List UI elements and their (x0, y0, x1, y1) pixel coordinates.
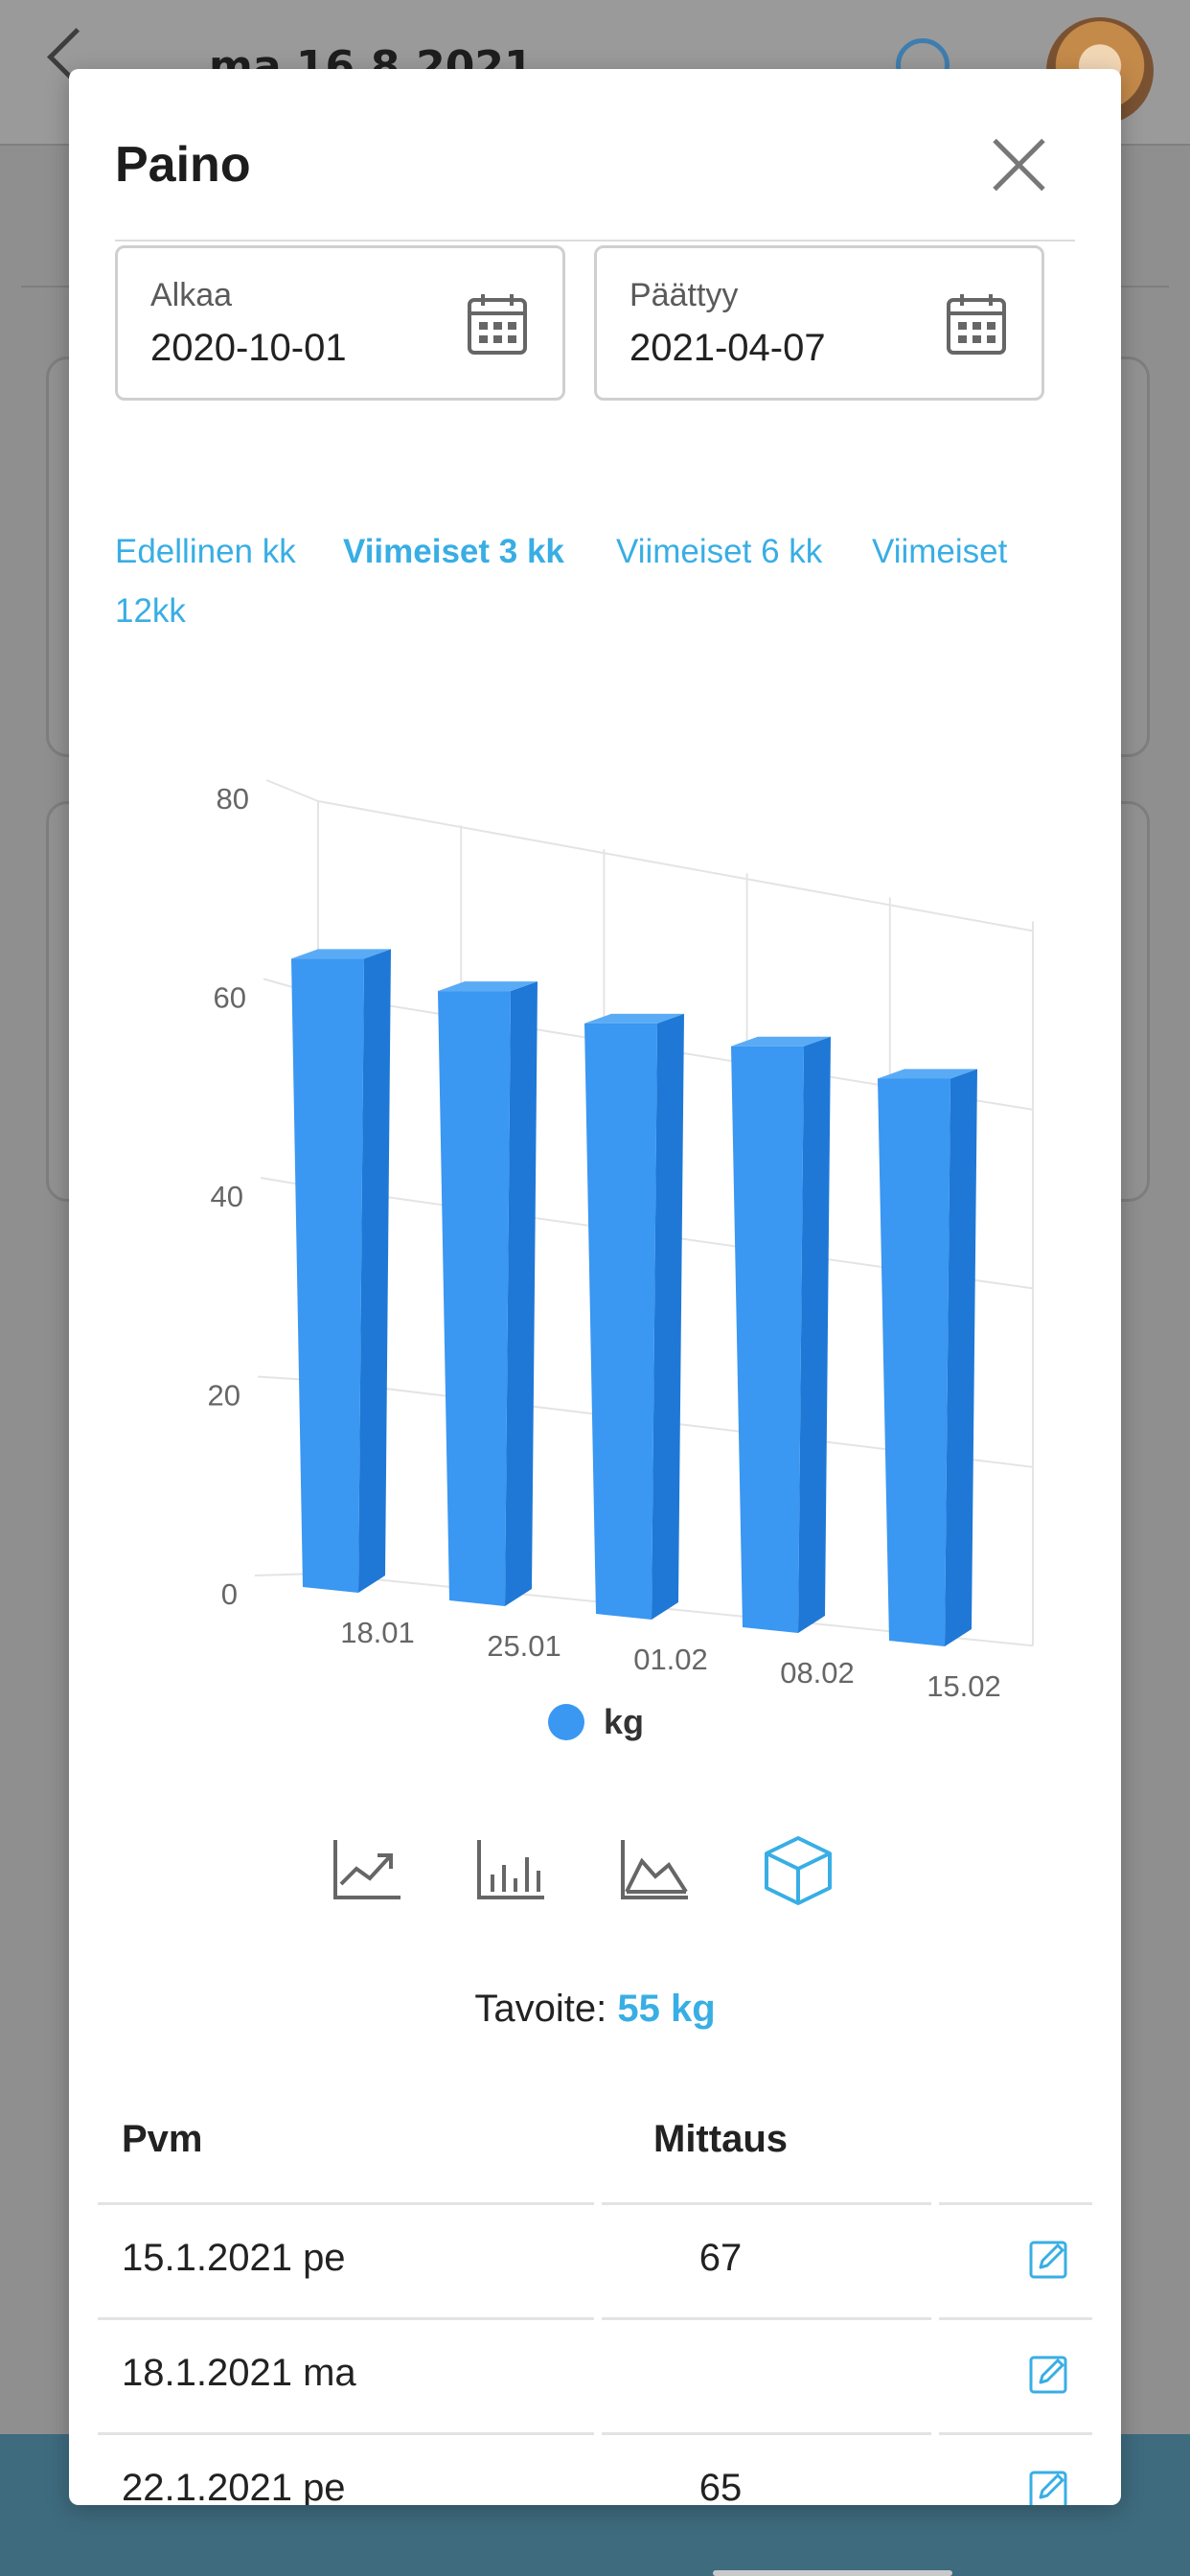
range-last-6-months[interactable]: Viimeiset 6 kk (616, 533, 822, 571)
modal-title: Paino (115, 137, 251, 193)
home-indicator (713, 2570, 952, 2576)
x-tick-label: 15.02 (927, 1669, 1001, 1703)
row-value: 67 (698, 2237, 743, 2279)
end-date-label: Päättyy (629, 277, 739, 313)
grid-line (317, 800, 1034, 932)
calendar-icon[interactable] (946, 292, 1007, 356)
y-tick-label: 80 (217, 782, 249, 816)
grid-line (265, 779, 319, 802)
y-tick-label: 0 (221, 1577, 238, 1611)
start-date-field[interactable]: Alkaa 2020-10-01 (115, 245, 565, 401)
range-last-12-months-cont[interactable]: 12kk (115, 592, 186, 631)
bar-chart-icon[interactable] (473, 1832, 548, 1907)
range-previous-month[interactable]: Edellinen kk (115, 533, 296, 571)
row-value: 65 (698, 2467, 743, 2505)
row-divider (602, 2202, 931, 2205)
x-tick-label: 25.01 (487, 1629, 561, 1663)
y-tick-label: 60 (214, 981, 246, 1015)
column-header-value: Mittaus (653, 2118, 788, 2160)
close-button[interactable] (989, 134, 1050, 196)
3d-cube-icon[interactable] (761, 1832, 835, 1907)
weight-modal: Paino Alkaa 2020-10-01 Päättyy 2021-04-0… (69, 69, 1121, 2505)
calendar-icon[interactable] (467, 292, 528, 356)
row-date: 18.1.2021 ma (122, 2352, 356, 2394)
x-tick-label: 08.02 (780, 1656, 855, 1690)
row-divider (98, 2202, 594, 2205)
row-divider (939, 2432, 1092, 2435)
row-divider (939, 2202, 1092, 2205)
line-chart-icon[interactable] (330, 1832, 404, 1907)
goal-text: Tavoite: 55 kg (69, 1988, 1121, 2031)
y-tick-label: 40 (211, 1180, 243, 1213)
range-last-12-months[interactable]: Viimeiset (872, 533, 1007, 571)
start-date-label: Alkaa (150, 277, 233, 313)
end-date-value: 2021-04-07 (629, 327, 826, 369)
goal-value: 55 kg (617, 1988, 716, 2030)
bar (878, 1078, 950, 1646)
bar (438, 991, 511, 1606)
legend-marker[interactable] (548, 1704, 584, 1740)
y-tick-label: 20 (208, 1379, 240, 1413)
bar (731, 1046, 804, 1633)
area-chart-icon[interactable] (617, 1832, 692, 1907)
edit-icon[interactable] (1029, 2239, 1069, 2279)
row-divider (98, 2432, 594, 2435)
edit-icon[interactable] (1029, 2354, 1069, 2394)
x-tick-label: 18.01 (340, 1616, 415, 1649)
start-date-value: 2020-10-01 (150, 327, 347, 369)
row-divider (939, 2317, 1092, 2320)
edit-icon[interactable] (1029, 2469, 1069, 2505)
row-divider (98, 2317, 594, 2320)
range-last-3-months[interactable]: Viimeiset 3 kk (343, 533, 564, 571)
title-divider (115, 240, 1075, 242)
row-date: 15.1.2021 pe (122, 2237, 346, 2279)
weight-chart: 0 20 40 60 80 18.01 25.01 01.02 08.02 15.02 (208, 779, 1034, 1703)
column-header-date: Pvm (122, 2118, 203, 2160)
bar (291, 958, 364, 1593)
bar (584, 1023, 657, 1620)
row-date: 22.1.2021 pe (122, 2467, 346, 2505)
legend-label[interactable]: kg (604, 1702, 644, 1742)
goal-label: Tavoite: (474, 1988, 607, 2030)
row-divider (602, 2432, 931, 2435)
end-date-field[interactable]: Päättyy 2021-04-07 (594, 245, 1044, 401)
x-tick-label: 01.02 (633, 1643, 708, 1676)
row-divider (602, 2317, 931, 2320)
